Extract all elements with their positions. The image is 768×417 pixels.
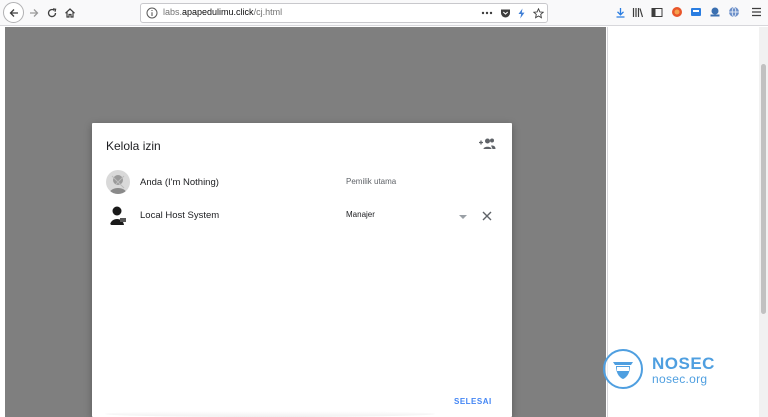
home-button[interactable] xyxy=(60,3,80,23)
globe-orange-icon xyxy=(672,7,682,17)
permission-row-owner: Anda (I'm Nothing) Pemilik utama xyxy=(106,170,502,196)
hamburger-icon xyxy=(751,7,761,17)
role-selected-value: Manajer xyxy=(346,210,375,219)
page-actions-button[interactable] xyxy=(481,7,493,19)
role-select[interactable]: Manajer xyxy=(346,206,471,226)
watermark-site: nosec.org xyxy=(652,372,708,386)
avatar xyxy=(106,170,130,194)
person-name: Local Host System xyxy=(140,210,220,221)
library-button[interactable] xyxy=(631,5,645,19)
globe-icon xyxy=(729,6,739,18)
pocket-button[interactable] xyxy=(499,7,511,19)
scrollbar-thumb[interactable] xyxy=(761,64,766,314)
pocket-icon xyxy=(500,9,510,17)
cloud-icon xyxy=(710,7,720,17)
chevron-down-icon xyxy=(459,215,467,219)
downloads-button[interactable] xyxy=(613,5,627,19)
bookmark-button[interactable] xyxy=(532,7,544,19)
sidebar-button[interactable] xyxy=(650,5,664,19)
forward-button[interactable] xyxy=(24,3,44,23)
menu-button[interactable] xyxy=(749,5,763,19)
library-icon xyxy=(632,7,644,17)
nosec-watermark: NOSEC nosec.org xyxy=(602,348,732,392)
avatar-owner-image xyxy=(106,170,130,194)
browser-toolbar: labs.apapedulimu.click/cj.html xyxy=(0,0,768,26)
extension-button[interactable] xyxy=(515,7,527,19)
more-dots-icon xyxy=(481,11,493,15)
remove-person-button[interactable] xyxy=(481,209,493,221)
avatar-manager-image xyxy=(106,203,130,227)
dialog-title: Kelola izin xyxy=(106,139,161,153)
url-bar[interactable]: labs.apapedulimu.click/cj.html xyxy=(140,3,548,23)
lightning-icon xyxy=(518,8,524,18)
manage-permissions-dialog: Kelola izin Anda (I'm Nothing) Pemilik u… xyxy=(92,123,512,417)
extension-orange-button[interactable] xyxy=(670,5,684,19)
extension-cloud-button[interactable] xyxy=(708,5,722,19)
info-icon[interactable] xyxy=(146,7,158,19)
role-label: Pemilik utama xyxy=(346,177,397,186)
reload-button[interactable] xyxy=(42,3,62,23)
url-prefix: labs. xyxy=(163,7,183,17)
extension-globe-button[interactable] xyxy=(727,5,741,19)
add-people-button[interactable] xyxy=(478,137,496,151)
download-icon xyxy=(616,7,624,18)
bottom-shadow xyxy=(105,411,435,417)
permission-row-manager: Local Host System Manajer xyxy=(106,203,502,229)
arrow-left-icon xyxy=(9,8,18,17)
add-people-icon xyxy=(479,138,496,149)
url-text[interactable]: labs.apapedulimu.click/cj.html xyxy=(163,7,282,17)
arrow-right-icon xyxy=(30,9,39,17)
star-icon xyxy=(532,7,544,19)
done-button[interactable]: SELESAI xyxy=(454,397,492,406)
sidebar-icon xyxy=(651,7,663,17)
watermark-name: NOSEC xyxy=(652,354,715,373)
avatar xyxy=(106,203,130,227)
page-overlay: Kelola izin Anda (I'm Nothing) Pemilik u… xyxy=(5,27,606,417)
nosec-logo-icon xyxy=(603,349,643,389)
container-icon xyxy=(691,8,701,16)
extension-blue-button[interactable] xyxy=(689,5,703,19)
person-name: Anda (I'm Nothing) xyxy=(140,177,219,188)
home-icon xyxy=(65,8,75,18)
reload-icon xyxy=(47,8,57,18)
back-button[interactable] xyxy=(3,2,24,23)
url-path: /cj.html xyxy=(253,7,283,17)
close-icon xyxy=(482,211,492,221)
url-domain: apapedulimu.click xyxy=(182,7,254,17)
